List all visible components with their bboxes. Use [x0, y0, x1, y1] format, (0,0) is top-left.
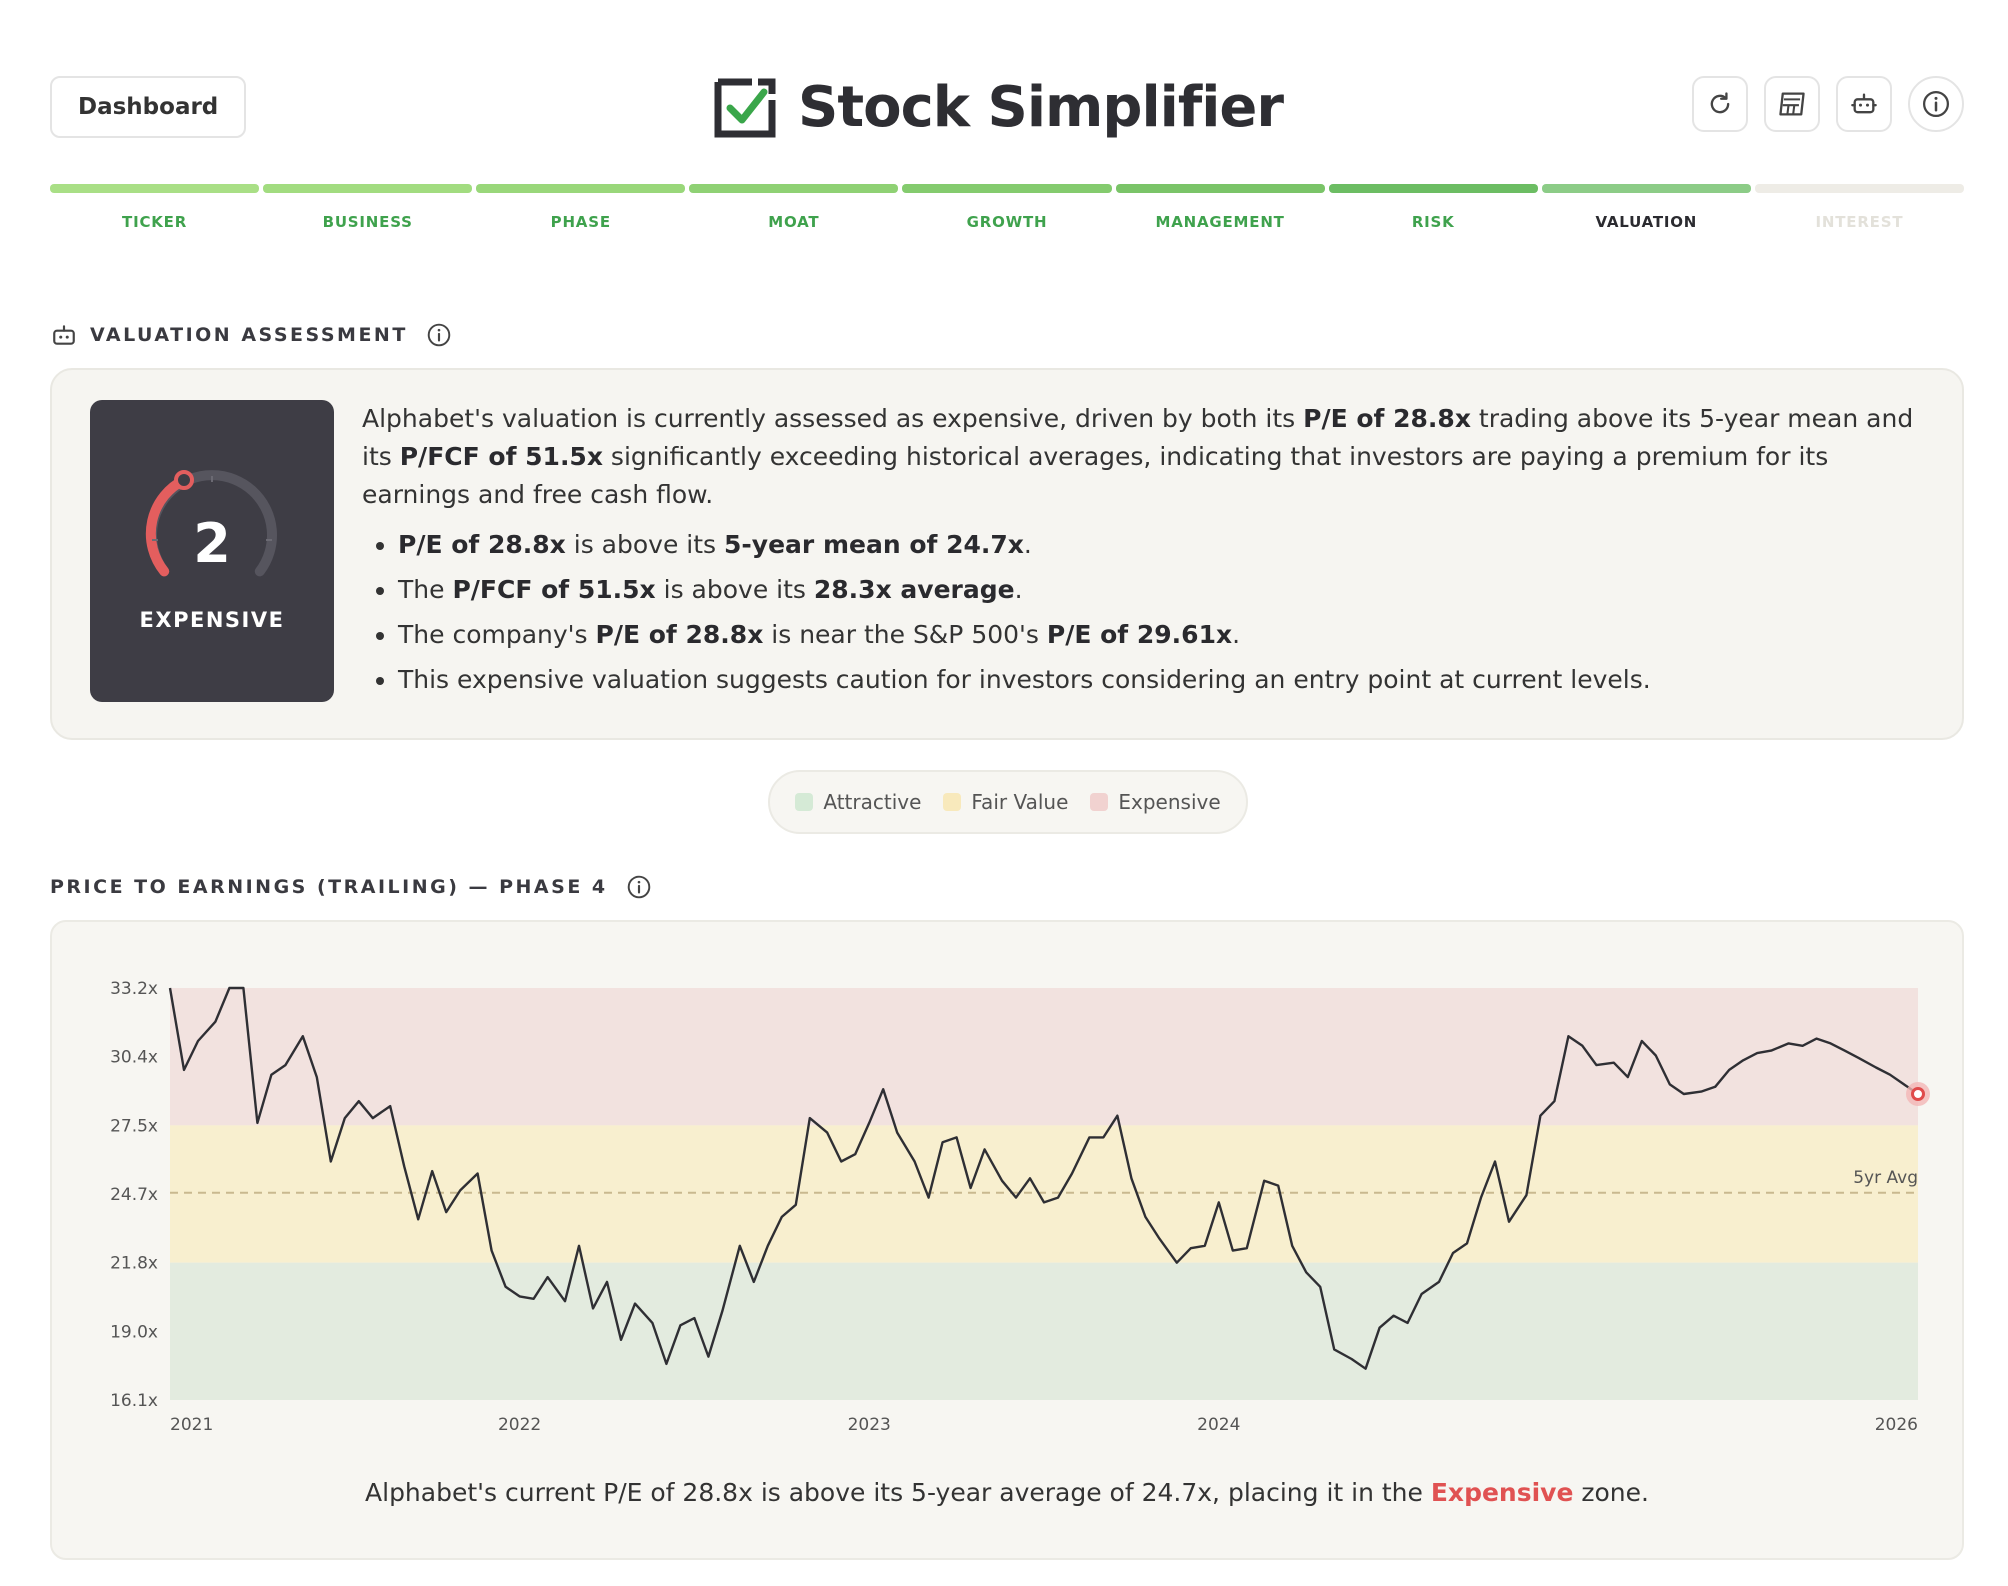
step-moat[interactable]: MOAT — [689, 184, 899, 231]
legend-item-attractive: Attractive — [795, 790, 921, 814]
step-label: VALUATION — [1595, 213, 1698, 231]
refresh-icon — [1710, 92, 1730, 114]
avg-label: 5yr Avg — [1853, 1168, 1918, 1188]
step-management[interactable]: MANAGEMENT — [1115, 184, 1325, 231]
step-bar — [1115, 184, 1325, 193]
assessment-text: Alphabet's valuation is currently assess… — [362, 400, 1942, 702]
dashboard-button[interactable]: Dashboard — [50, 76, 247, 138]
step-bar — [1754, 184, 1964, 193]
calculator-button[interactable] — [1764, 76, 1820, 132]
step-interest[interactable]: INTEREST — [1754, 184, 1964, 231]
step-label: RISK — [1411, 213, 1455, 231]
score-value: 2 — [193, 512, 231, 575]
app-header: Dashboard Stock Simplifier — [50, 74, 1964, 140]
list-item: The company's P/E of 28.8x is near the S… — [398, 612, 1942, 657]
y-tick-label: 30.4x — [110, 1048, 158, 1068]
step-growth[interactable]: GROWTH — [902, 184, 1112, 231]
legend-item-expensive: Expensive — [1090, 790, 1221, 814]
chart-title: PRICE TO EARNINGS (TRAILING) — PHASE 4 — [50, 876, 608, 898]
legend-item-fair-value: Fair Value — [943, 790, 1068, 814]
zone-legend: Attractive Fair Value Expensive — [768, 770, 1248, 834]
list-item: This expensive valuation suggests cautio… — [398, 657, 1942, 702]
step-bar — [263, 184, 473, 193]
assessment-bullets: P/E of 28.8x is above its 5-year mean of… — [362, 522, 1942, 702]
y-tick-label: 19.0x — [110, 1322, 158, 1342]
step-label: MOAT — [768, 213, 820, 231]
x-tick-label: 2021 — [170, 1415, 213, 1435]
y-tick-label: 21.8x — [110, 1254, 158, 1274]
list-item: The P/FCF of 51.5x is above its 28.3x av… — [398, 567, 1942, 612]
step-label: TICKER — [122, 213, 188, 231]
step-valuation[interactable]: VALUATION — [1541, 184, 1751, 231]
step-bar — [50, 184, 260, 193]
y-tick-label: 24.7x — [110, 1185, 158, 1205]
assessment-summary: Alphabet's valuation is currently assess… — [362, 404, 1914, 509]
step-label: BUSINESS — [322, 213, 413, 231]
progress-steps: TICKER BUSINESS PHASE MOAT GROWTH MANAGEMENT R… — [50, 184, 1964, 231]
robot-button[interactable] — [1836, 76, 1892, 132]
x-tick-label: 2022 — [498, 1415, 541, 1435]
step-phase[interactable]: PHASE — [476, 184, 686, 231]
step-risk[interactable]: RISK — [1328, 184, 1538, 231]
assessment-card: 2 EXPENSIVE Alphabet's valuation is curr… — [50, 368, 1964, 740]
pe-chart-card: 5yr Avg 33.2x 30.4x 27.5x 24.7x 21.8x 19.0x 16.… — [50, 920, 1964, 1560]
step-bar — [1541, 184, 1751, 193]
score-label: EXPENSIVE — [139, 608, 285, 632]
step-business[interactable]: BUSINESS — [263, 184, 473, 231]
y-tick-label: 33.2x — [110, 979, 158, 999]
legend-swatch — [1090, 793, 1109, 811]
calculator-icon — [1779, 92, 1805, 116]
x-tick-label: 2023 — [848, 1415, 891, 1435]
y-tick-label: 16.1x — [110, 1391, 158, 1411]
chart-caption: Alphabet's current P/E of 28.8x is above… — [365, 1478, 1649, 1507]
step-label: GROWTH — [966, 213, 1048, 231]
step-bar — [689, 184, 899, 193]
list-item: P/E of 28.8x is above its 5-year mean of… — [398, 522, 1942, 567]
checkbox-logo-icon — [714, 78, 776, 138]
refresh-button[interactable] — [1692, 76, 1748, 132]
brand-title: Stock Simplifier — [798, 74, 1284, 140]
assessment-title: VALUATION ASSESSMENT — [90, 324, 408, 346]
info-icon — [1923, 91, 1949, 117]
zone-highlight: Expensive — [1430, 1478, 1574, 1507]
info-icon[interactable] — [626, 874, 652, 900]
y-tick-label: 27.5x — [110, 1116, 158, 1136]
legend-swatch — [943, 793, 962, 811]
assessment-section-title: VALUATION ASSESSMENT — [50, 322, 452, 348]
step-label: INTEREST — [1815, 213, 1904, 231]
legend-swatch — [795, 793, 814, 811]
step-bar — [902, 184, 1112, 193]
score-badge: 2 EXPENSIVE — [90, 400, 334, 702]
robot-icon — [53, 325, 75, 345]
chart-section-title: PRICE TO EARNINGS (TRAILING) — PHASE 4 — [50, 874, 652, 900]
x-tick-label: 2024 — [1197, 1415, 1240, 1435]
info-icon[interactable] — [426, 322, 452, 348]
pe-chart: 5yr Avg 33.2x 30.4x 27.5x 24.7x 21.8x 19.0x 16.… — [110, 979, 1930, 1435]
step-label: MANAGEMENT — [1155, 213, 1285, 231]
brand: Stock Simplifier — [712, 74, 1284, 140]
zone-attractive — [170, 1262, 1918, 1400]
step-ticker[interactable]: TICKER — [50, 184, 260, 231]
robot-icon — [1851, 93, 1877, 114]
zone-fair-value — [170, 1125, 1918, 1263]
x-tick-label: 2026 — [1875, 1415, 1918, 1435]
step-bar — [476, 184, 686, 193]
step-bar — [1328, 184, 1538, 193]
info-button[interactable] — [1908, 76, 1964, 132]
step-label: PHASE — [550, 213, 611, 231]
current-marker — [1911, 1087, 1925, 1102]
